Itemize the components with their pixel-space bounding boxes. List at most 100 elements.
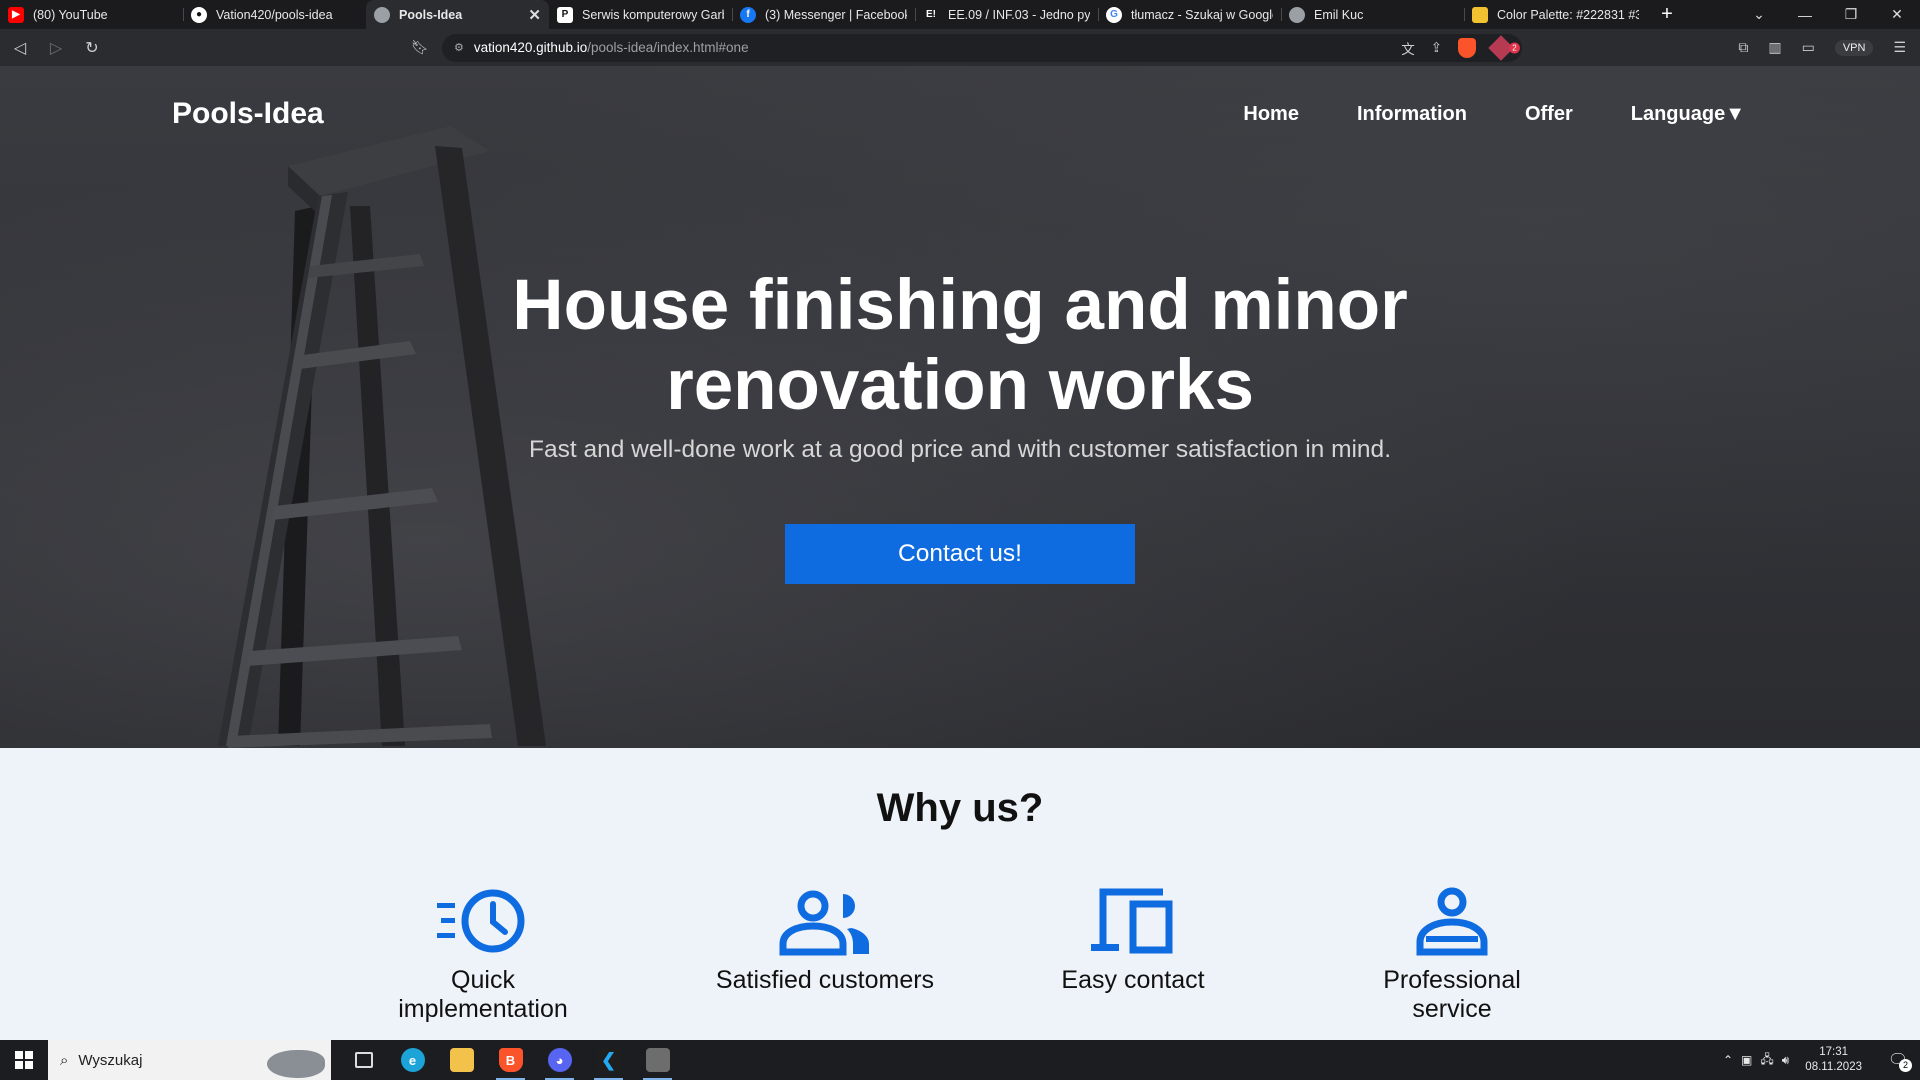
page-icon: P	[557, 6, 573, 23]
hero-title: House finishing and minor renovation wor…	[0, 266, 1920, 426]
taskbar-app-extra[interactable]	[633, 1040, 682, 1080]
taskbar-brave[interactable]: B	[486, 1040, 535, 1080]
task-view-icon	[354, 1052, 373, 1068]
forward-button[interactable]: ▷	[40, 34, 72, 62]
address-bar[interactable]: ⚙ vation420.github.io /pools-idea/index.…	[442, 33, 1522, 62]
site-info-icon[interactable]: ⚙	[454, 41, 464, 54]
discord-icon: ◕	[547, 1048, 572, 1072]
sidebar-icon[interactable]: ▥	[1768, 39, 1781, 56]
youtube-icon: ▶	[8, 6, 24, 23]
url-path: /pools-idea/index.html#one	[587, 40, 749, 55]
feature-easy-contact: Easy contact	[1023, 886, 1243, 995]
feature-quick-implementation: Quick implementation	[373, 886, 593, 1024]
site-header: Pools-Idea Home Information Offer Langua…	[0, 66, 1920, 166]
search-highlight-image	[267, 1050, 325, 1078]
close-icon[interactable]: ✕	[528, 6, 541, 24]
tab-label: Color Palette: #222831 #39	[1497, 7, 1639, 22]
why-us-title: Why us?	[876, 786, 1044, 830]
customers-icon	[779, 890, 869, 956]
feature-label: Satisfied customers	[715, 966, 935, 994]
brave-icon: B	[498, 1048, 523, 1072]
globe-icon	[374, 6, 390, 23]
tab-label: Serwis komputerowy Garba	[582, 7, 724, 22]
hero-subtitle: Fast and well-done work at a good price …	[528, 436, 1391, 463]
github-icon: ●	[191, 6, 207, 23]
taskbar-edge[interactable]: e	[388, 1040, 437, 1080]
tab-label: Emil Kuc	[1314, 7, 1364, 22]
nav-home[interactable]: Home	[1243, 103, 1299, 126]
network-icon[interactable]: 🖧︎	[1760, 1050, 1773, 1071]
tab-messenger[interactable]: f (3) Messenger | Facebook	[732, 0, 915, 29]
tab-label: Vation420/pools-idea	[216, 7, 333, 22]
taskbar-vscode[interactable]: ❮	[584, 1040, 633, 1080]
feature-label: Professional service	[1383, 966, 1521, 1023]
new-tab-button[interactable]: +	[1647, 0, 1687, 29]
translate-icon[interactable]: 文	[1401, 38, 1415, 58]
browser-tab-strip: ▶ (80) YouTube ● Vation420/pools-idea Po…	[0, 0, 1920, 29]
close-window-button[interactable]: ✕	[1874, 6, 1920, 23]
tab-search-icon[interactable]: ⌄	[1736, 6, 1782, 23]
brave-shield-icon[interactable]	[1458, 37, 1476, 58]
minimize-button[interactable]: —	[1782, 7, 1828, 23]
feature-satisfied-customers: Satisfied customers	[715, 886, 935, 995]
task-view-button[interactable]	[339, 1040, 388, 1080]
vscode-icon: ❮	[596, 1048, 621, 1072]
tab-label: (3) Messenger | Facebook	[765, 7, 907, 22]
back-button[interactable]: ◁	[4, 34, 36, 62]
nav-information[interactable]: Information	[1357, 103, 1467, 126]
tab-label: (80) YouTube	[33, 7, 108, 22]
tab-youtube[interactable]: ▶ (80) YouTube	[0, 0, 183, 29]
tab-google[interactable]: G tłumacz - Szukaj w Google	[1098, 0, 1281, 29]
system-tray: ⌃ ▣ 🖧︎ 🔊︎ 17:31 08.11.2023 🗨︎ 2	[1723, 1045, 1920, 1075]
taskbar-discord[interactable]: ◕	[535, 1040, 584, 1080]
menu-icon[interactable]: ☰	[1893, 39, 1906, 56]
volume-icon[interactable]: 🔊︎	[1782, 1053, 1790, 1068]
tab-pools-idea[interactable]: Pools-Idea ✕	[366, 0, 549, 29]
contact-us-button[interactable]: Contact us!	[785, 524, 1135, 584]
extensions-icon[interactable]: ⧉	[1738, 39, 1748, 56]
restore-button[interactable]: ❐	[1828, 6, 1874, 23]
tab-label: Pools-Idea	[399, 7, 463, 22]
vpn-button[interactable]: VPN	[1834, 39, 1874, 56]
tab-color-palette[interactable]: Color Palette: #222831 #39	[1464, 0, 1647, 29]
share-icon[interactable]: ⇪	[1431, 40, 1442, 56]
taskbar-file-explorer[interactable]	[437, 1040, 486, 1080]
fast-clock-icon	[437, 889, 525, 953]
folder-icon	[449, 1048, 474, 1072]
wallet-icon[interactable]: ▭	[1802, 39, 1815, 56]
browser-toolbar: ◁ ▷ ↻ 🔖︎ ⚙ vation420.github.io /pools-id…	[0, 29, 1920, 66]
clock-date: 08.11.2023	[1805, 1061, 1862, 1073]
windows-taskbar: ⌕ Wyszukaj e B ◕ ❮ ⌃ ▣ 🖧︎ 🔊︎ 17:31 08.11…	[0, 1040, 1920, 1080]
ei-icon: E!	[923, 6, 939, 23]
support-agent-icon	[1416, 887, 1488, 956]
notification-count: 2	[1899, 1059, 1912, 1072]
tab-ee09[interactable]: E! EE.09 / INF.03 - Jedno pytan	[915, 0, 1098, 29]
why-us-section: Why us? Quick implementation Satisfied c…	[0, 748, 1920, 1040]
hero-title-text: House finishing and minor renovation wor…	[512, 266, 1408, 425]
feature-professional-service: Professional service	[1342, 886, 1562, 1024]
taskbar-search[interactable]: ⌕ Wyszukaj	[48, 1040, 331, 1080]
google-icon: G	[1106, 6, 1122, 23]
start-button[interactable]	[0, 1040, 48, 1080]
security-icon[interactable]: ▣	[1741, 1053, 1752, 1067]
site-logo[interactable]: Pools-Idea	[172, 97, 324, 131]
nav-offer[interactable]: Offer	[1525, 103, 1573, 126]
devices-icon	[1091, 888, 1173, 954]
main-nav: Home Information Offer Language▼	[1243, 103, 1745, 126]
nav-language-dropdown[interactable]: Language▼	[1631, 103, 1745, 126]
notifications-button[interactable]: 🗨︎ 2	[1884, 1046, 1912, 1074]
tab-serwis[interactable]: P Serwis komputerowy Garba	[549, 0, 732, 29]
tab-label: tłumacz - Szukaj w Google	[1131, 7, 1273, 22]
rewards-icon[interactable]	[1488, 34, 1514, 61]
globe-icon	[1289, 6, 1305, 23]
reload-button[interactable]: ↻	[76, 34, 108, 62]
page-viewport: Pools-Idea Home Information Offer Langua…	[0, 66, 1920, 1040]
chevron-up-icon[interactable]: ⌃	[1723, 1053, 1733, 1067]
search-icon: ⌕	[60, 1051, 69, 1069]
bookmark-icon[interactable]: 🔖︎	[408, 39, 432, 56]
tab-emil-kuc[interactable]: Emil Kuc	[1281, 0, 1464, 29]
clock[interactable]: 17:31 08.11.2023	[1805, 1045, 1862, 1075]
tab-label: EE.09 / INF.03 - Jedno pytan	[948, 7, 1090, 22]
tab-github[interactable]: ● Vation420/pools-idea	[183, 0, 366, 29]
feature-label: Quick implementation	[398, 966, 568, 1023]
